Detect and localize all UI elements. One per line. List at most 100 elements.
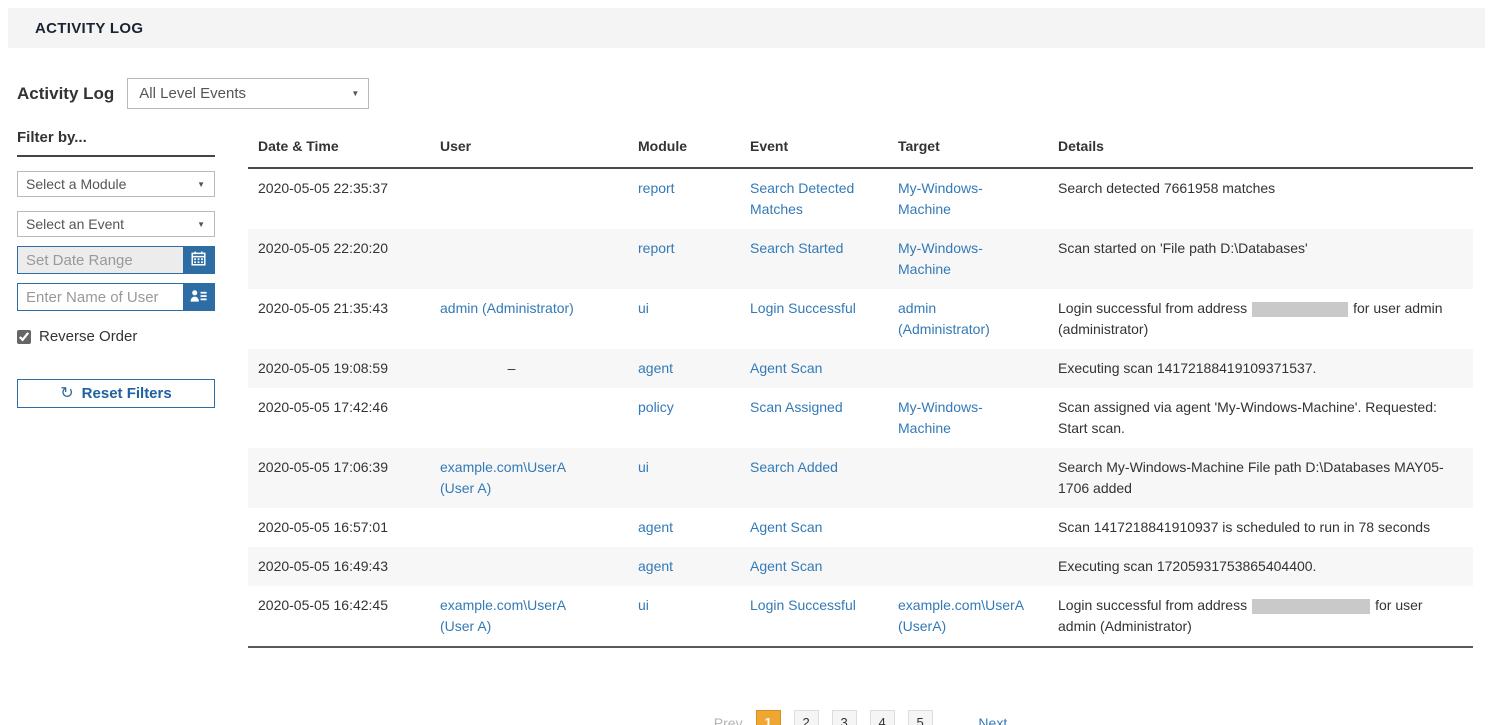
- cell-datetime: 2020-05-05 17:42:46: [248, 388, 440, 448]
- calendar-button[interactable]: [183, 247, 214, 273]
- pagination-page-1[interactable]: 1: [756, 710, 781, 725]
- cell-datetime: 2020-05-05 16:57:01: [248, 508, 440, 547]
- pagination-page-4[interactable]: 4: [870, 710, 895, 725]
- filter-heading: Filter by...: [17, 129, 215, 157]
- module-link[interactable]: ui: [638, 459, 649, 475]
- cell-datetime: 2020-05-05 21:35:43: [248, 289, 440, 349]
- event-link[interactable]: Search Added: [750, 459, 838, 475]
- cell-details: Search detected 7661958 matches: [1058, 168, 1473, 229]
- target-link[interactable]: My-Windows-Machine: [898, 180, 983, 217]
- event-link[interactable]: Agent Scan: [750, 519, 822, 535]
- cell-datetime: 2020-05-05 22:20:20: [248, 229, 440, 289]
- cell-details: Executing scan 17205931753865404400.: [1058, 547, 1473, 586]
- event-select-value: Select an Event: [26, 216, 124, 232]
- module-link[interactable]: ui: [638, 300, 649, 316]
- event-link[interactable]: Login Successful: [750, 300, 856, 316]
- cell-datetime: 2020-05-05 16:42:45: [248, 586, 440, 647]
- chevron-down-icon: ▼: [197, 220, 205, 229]
- target-link[interactable]: admin (Administrator): [898, 300, 990, 337]
- cell-details: Login successful from addressfor user ad…: [1058, 289, 1473, 349]
- module-link[interactable]: report: [638, 180, 675, 196]
- cell-module: policy: [638, 388, 750, 448]
- module-link[interactable]: agent: [638, 360, 673, 376]
- cell-target: My-Windows-Machine: [898, 168, 1058, 229]
- details-text: Login successful from address: [1058, 300, 1247, 316]
- cell-details: Executing scan 14172188419109371537.: [1058, 349, 1473, 388]
- user-list-icon: [190, 289, 207, 306]
- module-link[interactable]: agent: [638, 519, 673, 535]
- user-link[interactable]: example.com\UserA (User A): [440, 459, 565, 496]
- col-header-target: Target: [898, 129, 1058, 168]
- cell-details: Scan assigned via agent 'My-Windows-Mach…: [1058, 388, 1473, 448]
- target-link[interactable]: example.com\UserA (UserA): [898, 597, 1023, 634]
- activity-log-heading: Activity Log: [17, 84, 114, 104]
- table-row: 2020-05-05 17:42:46 policy Scan Assigned…: [248, 388, 1473, 448]
- cell-datetime: 2020-05-05 17:06:39: [248, 448, 440, 508]
- level-events-select[interactable]: All Level Events ▼: [127, 78, 369, 109]
- event-link[interactable]: Search Detected Matches: [750, 180, 854, 217]
- cell-module: ui: [638, 448, 750, 508]
- cell-module: report: [638, 168, 750, 229]
- cell-module: agent: [638, 508, 750, 547]
- activity-table-area: Date & Time User Module Event Target Det…: [248, 129, 1473, 725]
- redacted-ip-address: [1252, 302, 1348, 317]
- cell-details: Scan started on 'File path D:\Databases': [1058, 229, 1473, 289]
- cell-user: –: [440, 349, 638, 388]
- date-range-input[interactable]: [18, 247, 183, 273]
- pagination-page-5[interactable]: 5: [908, 710, 933, 725]
- reverse-order-label[interactable]: Reverse Order: [39, 328, 137, 345]
- cell-target: [898, 508, 1058, 547]
- module-link[interactable]: ui: [638, 597, 649, 613]
- toolbar: Activity Log All Level Events ▼: [17, 78, 1493, 109]
- user-link[interactable]: example.com\UserA (User A): [440, 597, 565, 634]
- cell-event: Login Successful: [750, 289, 898, 349]
- module-link[interactable]: policy: [638, 399, 674, 415]
- event-select[interactable]: Select an Event ▼: [17, 211, 215, 237]
- cell-target: My-Windows-Machine: [898, 388, 1058, 448]
- cell-module: agent: [638, 547, 750, 586]
- cell-event: Agent Scan: [750, 349, 898, 388]
- event-link[interactable]: Agent Scan: [750, 558, 822, 574]
- reverse-order-checkbox[interactable]: [17, 330, 31, 344]
- pagination-prev[interactable]: Prev: [714, 715, 743, 725]
- user-link[interactable]: admin (Administrator): [440, 300, 574, 316]
- cell-details: Login successful from addressfor user ad…: [1058, 586, 1473, 647]
- user-list-button[interactable]: [183, 284, 214, 310]
- cell-event: Agent Scan: [750, 508, 898, 547]
- user-name-input[interactable]: [18, 284, 183, 310]
- cell-user: example.com\UserA (User A): [440, 586, 638, 647]
- cell-event: Search Detected Matches: [750, 168, 898, 229]
- page-banner: ACTIVITY LOG: [8, 8, 1485, 48]
- table-row: 2020-05-05 16:57:01 agent Agent Scan Sca…: [248, 508, 1473, 547]
- pagination-ellipsis: ...: [946, 715, 966, 725]
- cell-event: Login Successful: [750, 586, 898, 647]
- cell-event: Search Added: [750, 448, 898, 508]
- pagination-next[interactable]: Next: [978, 715, 1007, 725]
- table-row: 2020-05-05 17:06:39 example.com\UserA (U…: [248, 448, 1473, 508]
- reset-filters-label: Reset Filters: [82, 385, 172, 402]
- cell-datetime: 2020-05-05 16:49:43: [248, 547, 440, 586]
- cell-target: [898, 448, 1058, 508]
- reset-filters-button[interactable]: ↻ Reset Filters: [17, 379, 215, 408]
- event-link[interactable]: Search Started: [750, 240, 843, 256]
- pagination-page-3[interactable]: 3: [832, 710, 857, 725]
- pagination-page-2[interactable]: 2: [794, 710, 819, 725]
- module-link[interactable]: agent: [638, 558, 673, 574]
- activity-table: Date & Time User Module Event Target Det…: [248, 129, 1473, 648]
- target-link[interactable]: My-Windows-Machine: [898, 240, 983, 277]
- cell-user: [440, 388, 638, 448]
- target-link[interactable]: My-Windows-Machine: [898, 399, 983, 436]
- col-header-event: Event: [750, 129, 898, 168]
- cell-module: report: [638, 229, 750, 289]
- event-link[interactable]: Agent Scan: [750, 360, 822, 376]
- event-link[interactable]: Login Successful: [750, 597, 856, 613]
- page-title: ACTIVITY LOG: [35, 20, 143, 37]
- cell-user: [440, 547, 638, 586]
- pagination: Prev 1 2 3 4 5 ... Next: [248, 710, 1473, 725]
- cell-event: Search Started: [750, 229, 898, 289]
- col-header-user: User: [440, 129, 638, 168]
- module-select[interactable]: Select a Module ▼: [17, 171, 215, 197]
- module-link[interactable]: report: [638, 240, 675, 256]
- event-link[interactable]: Scan Assigned: [750, 399, 843, 415]
- module-select-value: Select a Module: [26, 176, 126, 192]
